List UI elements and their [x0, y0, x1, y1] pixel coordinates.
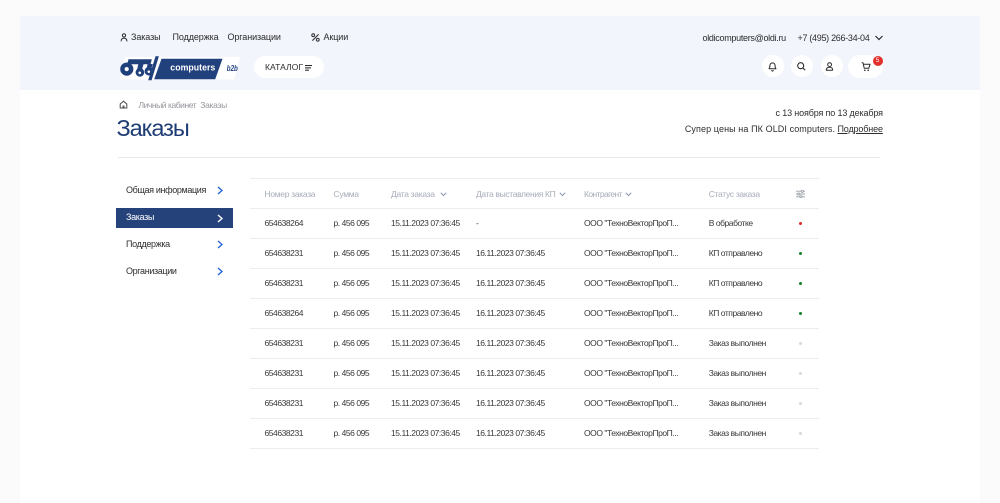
svg-text:b2b: b2b — [227, 64, 238, 73]
svg-text:computers: computers — [170, 63, 215, 74]
